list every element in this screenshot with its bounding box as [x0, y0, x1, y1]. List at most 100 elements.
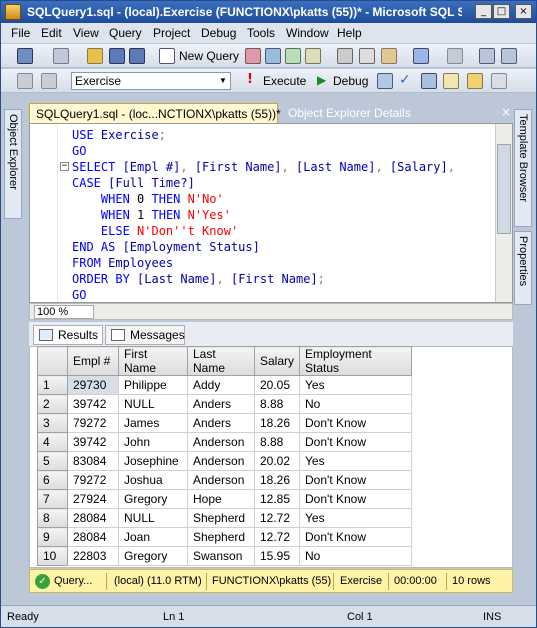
menu-tools[interactable]: Tools: [247, 26, 275, 40]
debug-button[interactable]: Debug: [333, 74, 368, 88]
grid-cell[interactable]: No: [299, 546, 413, 566]
tab-results[interactable]: Results: [33, 325, 103, 345]
tab-sqlquery1[interactable]: SQLQuery1.sql - (loc...NCTIONX\pkatts (5…: [29, 103, 281, 123]
row-number[interactable]: 5: [37, 451, 68, 471]
undo-icon[interactable]: [413, 48, 429, 64]
grid-cell[interactable]: Yes: [299, 375, 413, 395]
code-line[interactable]: WHEN 1 THEN N'Yes': [72, 208, 231, 224]
zoom-select[interactable]: 100 %: [34, 305, 94, 319]
grid-cell[interactable]: 28084: [67, 508, 119, 528]
results-grid[interactable]: Empl # First Name Last Name Salary Emplo…: [37, 346, 413, 566]
menu-view[interactable]: View: [73, 26, 99, 40]
connect-icon[interactable]: [17, 73, 33, 89]
code-line[interactable]: ELSE N'Don''t Know': [72, 224, 238, 240]
code-line[interactable]: FROM Employees: [72, 256, 173, 272]
table-row[interactable]: 10 22803 Gregory Swanson 15.95 No: [37, 546, 413, 566]
editor-vertical-scrollbar[interactable]: [495, 124, 512, 302]
add-item-icon[interactable]: [53, 48, 69, 64]
column-header[interactable]: Last Name: [187, 346, 255, 376]
grid-cell[interactable]: 39742: [67, 432, 119, 452]
code-line[interactable]: CASE [Full Time?]: [72, 176, 195, 192]
grid-cell[interactable]: John: [118, 432, 188, 452]
grid-cell[interactable]: Shepherd: [187, 527, 255, 547]
chevron-down-icon[interactable]: ▼: [216, 73, 230, 89]
grid-cell[interactable]: Don't Know: [299, 432, 413, 452]
cut-icon[interactable]: [337, 48, 353, 64]
menu-debug[interactable]: Debug: [201, 26, 236, 40]
table-row[interactable]: 8 28084 NULL Shepherd 12.72 Yes: [37, 508, 413, 528]
grid-cell[interactable]: 12.72: [253, 527, 301, 547]
grid-cell[interactable]: Anders: [187, 394, 255, 414]
row-number[interactable]: 9: [37, 527, 68, 547]
grid-cell[interactable]: 20.05: [253, 375, 301, 395]
navigate-forward-icon[interactable]: [501, 48, 517, 64]
table-row[interactable]: 5 83084 Josephine Anderson 20.02 Yes: [37, 451, 413, 471]
grid-cell[interactable]: 18.26: [253, 470, 301, 490]
results-to-grid-icon[interactable]: [443, 73, 459, 89]
grid-cell[interactable]: Joshua: [118, 470, 188, 490]
navigate-back-icon[interactable]: [479, 48, 495, 64]
code-line[interactable]: GO: [72, 144, 86, 160]
close-button[interactable]: ×: [515, 4, 532, 19]
object-explorer-tab[interactable]: Object Explorer: [4, 109, 22, 219]
grid-cell[interactable]: Hope: [187, 489, 255, 509]
grid-cell[interactable]: 79272: [67, 413, 119, 433]
close-document-icon[interactable]: ×: [501, 105, 511, 119]
collapse-icon[interactable]: −: [60, 162, 69, 171]
row-number[interactable]: 8: [37, 508, 68, 528]
parse-check-icon[interactable]: ✓: [399, 72, 411, 88]
new-query-icon[interactable]: [159, 48, 175, 64]
table-row[interactable]: 2 39742 NULL Anders 8.88 No: [37, 394, 413, 414]
table-row[interactable]: 6 79272 Joshua Anderson 18.26 Don't Know: [37, 470, 413, 490]
grid-cell[interactable]: Anderson: [187, 470, 255, 490]
database-engine-query-icon[interactable]: [245, 48, 261, 64]
grid-cell[interactable]: No: [299, 394, 413, 414]
grid-cell[interactable]: Gregory: [118, 489, 188, 509]
grid-cell[interactable]: Don't Know: [299, 470, 413, 490]
grid-cell[interactable]: Swanson: [187, 546, 255, 566]
menu-file[interactable]: File: [11, 26, 30, 40]
row-number[interactable]: 6: [37, 470, 68, 490]
code-line[interactable]: END AS [Employment Status]: [72, 240, 260, 256]
available-databases-select[interactable]: Exercise ▼: [71, 72, 231, 90]
maximize-button[interactable]: □: [493, 4, 510, 19]
scroll-thumb[interactable]: [497, 144, 511, 234]
xmla-query-icon[interactable]: [305, 48, 321, 64]
row-number[interactable]: 2: [37, 394, 68, 414]
grid-cell[interactable]: 79272: [67, 470, 119, 490]
new-query-button[interactable]: New Query: [179, 49, 239, 63]
dmx-query-icon[interactable]: [285, 48, 301, 64]
grid-cell[interactable]: Joan: [118, 527, 188, 547]
change-connection-icon[interactable]: [41, 73, 57, 89]
grid-cell[interactable]: Yes: [299, 451, 413, 471]
row-number[interactable]: 4: [37, 432, 68, 452]
grid-cell[interactable]: Don't Know: [299, 489, 413, 509]
open-file-icon[interactable]: [87, 48, 103, 64]
table-row[interactable]: 4 39742 John Anderson 8.88 Don't Know: [37, 432, 413, 452]
row-number[interactable]: 10: [37, 546, 68, 566]
grid-cell[interactable]: Addy: [187, 375, 255, 395]
table-row[interactable]: 3 79272 James Anders 18.26 Don't Know: [37, 413, 413, 433]
analysis-query-icon[interactable]: [265, 48, 281, 64]
menu-query[interactable]: Query: [109, 26, 142, 40]
tab-object-explorer-details[interactable]: Object Explorer Details: [282, 103, 460, 123]
table-row[interactable]: 7 27924 Gregory Hope 12.85 Don't Know: [37, 489, 413, 509]
redo-icon[interactable]: [447, 48, 463, 64]
column-header[interactable]: Empl #: [67, 346, 119, 376]
editor-horizontal-scrollbar[interactable]: 100 %: [29, 303, 513, 320]
grid-cell[interactable]: 27924: [67, 489, 119, 509]
code-line[interactable]: WHEN 0 THEN N'No': [72, 192, 224, 208]
properties-tab[interactable]: Properties: [514, 231, 532, 305]
table-row[interactable]: 9 28084 Joan Shepherd 12.72 Don't Know: [37, 527, 413, 547]
query-editor[interactable]: − USE Exercise; GO SELECT [Empl #], [First…: [29, 123, 513, 303]
save-all-icon[interactable]: [129, 48, 145, 64]
save-icon[interactable]: [109, 48, 125, 64]
grid-cell[interactable]: NULL: [118, 508, 188, 528]
menu-help[interactable]: Help: [337, 26, 362, 40]
grid-cell[interactable]: 12.85: [253, 489, 301, 509]
column-header[interactable]: First Name: [118, 346, 188, 376]
copy-icon[interactable]: [359, 48, 375, 64]
code-line[interactable]: SELECT [Empl #], [First Name], [Last Nam…: [72, 160, 455, 176]
column-header[interactable]: Employment Status: [299, 346, 413, 376]
column-header[interactable]: Salary: [253, 346, 301, 376]
